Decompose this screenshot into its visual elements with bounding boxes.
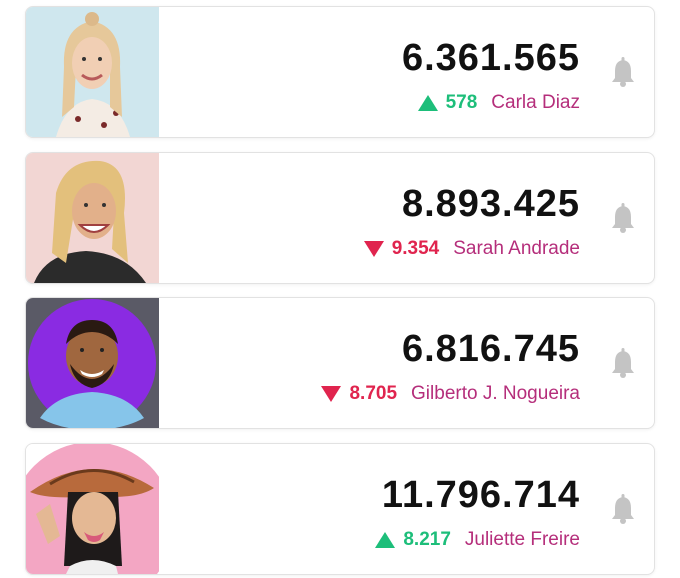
trend-delta: 8.217	[403, 529, 451, 550]
bell-icon[interactable]	[610, 203, 636, 233]
trend-down-icon	[321, 386, 342, 402]
vote-count: 11.796.714	[381, 474, 580, 516]
participant-photo	[26, 444, 159, 574]
trend-delta: 9.354	[391, 238, 440, 259]
bell-icon[interactable]	[610, 348, 636, 378]
vote-count: 6.361.565	[401, 37, 580, 79]
trend-row: 8.705 Gilberto J. Nogueira	[321, 383, 580, 405]
trend-row: 9.354 Sarah Andrade	[363, 238, 580, 260]
participant-card-sarah[interactable]: 8.893.425 9.354 Sarah Andrade	[25, 152, 655, 284]
participant-name: Sarah Andrade	[453, 238, 580, 259]
participant-name: Gilberto J. Nogueira	[411, 383, 580, 404]
participant-name: Juliette Freire	[464, 529, 580, 550]
participant-photo	[26, 7, 159, 137]
bell-icon[interactable]	[610, 494, 636, 524]
participant-photo	[26, 298, 159, 428]
participant-photo	[26, 153, 159, 283]
trend-up-icon	[375, 532, 396, 548]
trend-delta: 578	[445, 92, 478, 113]
vote-count: 8.893.425	[401, 183, 580, 225]
participant-card-gilberto[interactable]: 6.816.745 8.705 Gilberto J. Nogueira	[25, 297, 655, 429]
trend-down-icon	[363, 241, 384, 257]
trend-row: 8.217 Juliette Freire	[375, 529, 580, 551]
participant-card-carla[interactable]: 6.361.565 578 Carla Diaz	[25, 6, 655, 138]
vote-count: 6.816.745	[401, 328, 580, 370]
bell-icon[interactable]	[610, 57, 636, 87]
trend-delta: 8.705	[349, 383, 398, 404]
trend-up-icon	[417, 95, 438, 111]
trend-row: 578 Carla Diaz	[417, 92, 580, 114]
participant-card-juliette[interactable]: 11.796.714 8.217 Juliette Freire	[25, 443, 655, 575]
participant-name: Carla Diaz	[491, 92, 580, 113]
